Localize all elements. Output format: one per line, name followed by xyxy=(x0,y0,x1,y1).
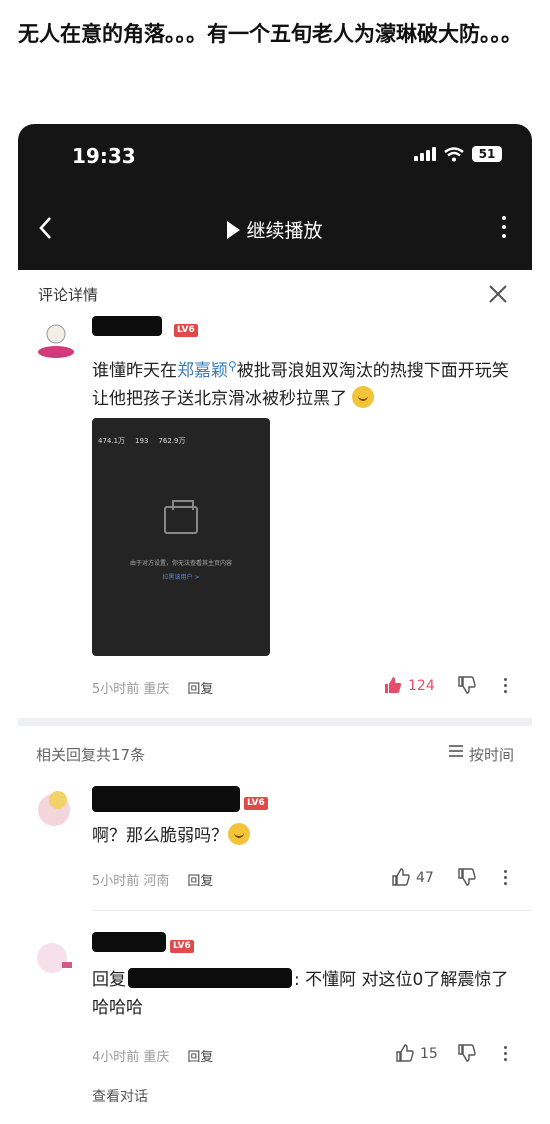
phone-screenshot: 19:33 51 继续播放 评论详情 LV6 谁懂昨天在郑嘉颖⚲被批哥浪姐双淘汰… xyxy=(18,124,532,1124)
dislike-icon[interactable] xyxy=(458,676,476,694)
close-icon[interactable] xyxy=(488,284,508,304)
redacted-username xyxy=(92,932,166,952)
like-count: 124 xyxy=(408,678,435,694)
level-badge: LV6 xyxy=(244,797,268,810)
post-title: 无人在意的角落。。。有一个五旬老人为濛琳破大防。。。 xyxy=(18,22,522,46)
continue-playing-label: 继续播放 xyxy=(246,220,323,242)
hashtag-link[interactable]: 郑嘉颖 xyxy=(177,361,228,381)
level-badge: LV6 xyxy=(174,324,198,337)
reply-text: 回复: 不懂阿 对这位0了解震惊了哈哈哈 xyxy=(92,968,509,1018)
avatar[interactable] xyxy=(34,936,74,976)
reply-meta: 4小时前 重庆 回复 xyxy=(92,1050,214,1065)
video-top-bar: 19:33 51 继续播放 xyxy=(18,124,532,270)
status-time: 19:33 xyxy=(72,144,136,168)
more-icon[interactable] xyxy=(502,216,506,243)
sort-button[interactable]: 按时间 xyxy=(448,744,514,765)
reply-more-icon[interactable] xyxy=(504,1046,508,1064)
crying-laughing-emoji-icon xyxy=(228,823,250,845)
like-icon[interactable] xyxy=(392,868,410,886)
comment-text: 谁懂昨天在郑嘉颖⚲被批哥浪姐双淘汰的热搜下面开玩笑让他把孩子送北京滑冰被秒拉黑了 xyxy=(92,359,509,409)
block-user-link: 拉黑该用户 > xyxy=(162,574,200,581)
signal-icon xyxy=(414,147,436,161)
comment-meta: 5小时前 重庆 回复 xyxy=(92,682,214,697)
blocked-message: 由于对方设置，你无法查看其主页内容 xyxy=(129,560,232,567)
search-icon: ⚲ xyxy=(228,359,237,373)
profile-blocked-screenshot[interactable]: 474.1万 193 762.9万 由于对方设置，你无法查看其主页内容 拉黑该用户 … xyxy=(92,418,270,656)
comment-more-icon[interactable] xyxy=(504,678,508,696)
related-replies-header: 相关回复共17条 xyxy=(36,746,146,764)
view-conversation-link[interactable]: 查看对话 xyxy=(92,1086,148,1106)
section-divider xyxy=(18,718,532,726)
reply-button[interactable]: 回复 xyxy=(187,874,213,889)
avatar[interactable] xyxy=(34,788,74,828)
dislike-icon[interactable] xyxy=(458,1044,476,1062)
reply-button[interactable]: 回复 xyxy=(187,682,213,697)
level-badge: LV6 xyxy=(170,940,194,953)
reply-separator xyxy=(92,910,532,911)
comment-detail-header: 评论详情 xyxy=(38,286,99,304)
like-count: 15 xyxy=(420,1046,438,1062)
reply-text: 啊？那么脆弱吗？ xyxy=(92,822,512,850)
like-count: 47 xyxy=(416,870,434,886)
facepalm-emoji-icon xyxy=(352,386,375,408)
profile-stats: 474.1万 193 762.9万 xyxy=(98,437,186,445)
like-icon[interactable] xyxy=(384,676,402,694)
battery-icon: 51 xyxy=(472,146,502,162)
redacted-username xyxy=(92,786,240,812)
reply-button[interactable]: 回复 xyxy=(187,1050,213,1065)
empty-inbox-icon xyxy=(164,500,198,534)
avatar[interactable] xyxy=(36,320,76,360)
redacted-mention xyxy=(128,968,292,988)
wifi-icon xyxy=(444,146,464,161)
sort-icon xyxy=(448,745,463,757)
reply-more-icon[interactable] xyxy=(504,870,508,888)
dislike-icon[interactable] xyxy=(458,868,476,886)
status-icons: 51 xyxy=(414,146,502,162)
like-icon[interactable] xyxy=(396,1044,414,1062)
redacted-username xyxy=(92,316,162,336)
reply-meta: 5小时前 河南 回复 xyxy=(92,874,214,889)
continue-playing-button[interactable]: 继续播放 xyxy=(18,216,532,243)
play-icon xyxy=(227,221,241,239)
